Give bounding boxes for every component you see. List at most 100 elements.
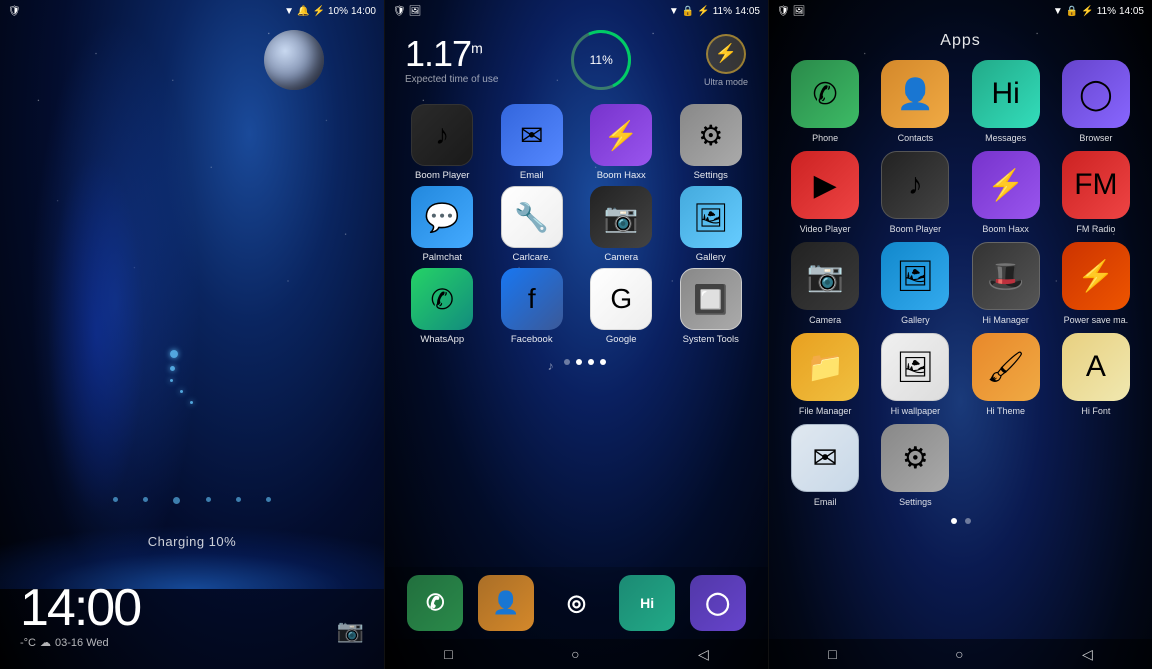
time-value: 14:00 — [20, 579, 140, 637]
drawer-icon: A — [1062, 333, 1130, 401]
drawer-app-label: Email — [814, 497, 837, 507]
page-dot-1[interactable] — [564, 359, 570, 365]
app-item-camera[interactable]: 📷Camera — [579, 186, 664, 263]
app-item-carlcare.[interactable]: 🔧Carlcare. — [490, 186, 575, 263]
drawer-item-hi-theme[interactable]: 🖌 Hi Theme — [965, 333, 1047, 416]
app-dock: ✆ 👤◎ Hi ◯ — [385, 567, 768, 639]
drawer-icon: Hi — [972, 60, 1040, 128]
app-item-email[interactable]: ✉Email — [490, 104, 575, 181]
drawer-dot-1[interactable] — [951, 518, 957, 524]
home-screen-panel: 🛡 🖼 ▼ 🔒 ⚡ 11% 14:05 1.17m Expected time … — [384, 0, 768, 669]
nav-square-btn[interactable]: □ — [444, 646, 452, 662]
ultra-mode-widget[interactable]: ⚡ Ultra mode — [704, 34, 748, 87]
drawer-item-hi-font[interactable]: AHi Font — [1055, 333, 1137, 416]
page-dot-2[interactable] — [576, 359, 582, 365]
app-icon: ✆ — [411, 268, 473, 330]
app-item-boom-haxx[interactable]: ⚡Boom Haxx — [579, 104, 664, 181]
drawer-icon: ⚡ — [972, 151, 1040, 219]
dock-item-hi[interactable]: Hi — [619, 575, 675, 631]
signal-icon: ▼ — [284, 6, 294, 17]
time-p3: 14:05 — [1119, 6, 1144, 17]
app-icon: f — [501, 268, 563, 330]
drawer-item-boom-player[interactable]: ♪Boom Player — [874, 151, 956, 234]
app-icon: ⚡ — [590, 104, 652, 166]
drawer-icon: ♪ — [881, 151, 949, 219]
app-icon: 📷 — [590, 186, 652, 248]
app-icon: 🖼 — [680, 186, 742, 248]
battery-charging-icon: ⚡ — [313, 6, 325, 17]
nav-back-btn-p3[interactable]: ◁ — [1082, 646, 1093, 663]
app-icon: 🔲 — [680, 268, 742, 330]
drawer-app-label: Gallery — [901, 315, 930, 325]
nav-circle-btn[interactable]: ○ — [571, 646, 579, 662]
weather-icon: ☁ — [40, 636, 51, 649]
drawer-icon: 🖌 — [972, 333, 1040, 401]
dot-r-5 — [236, 497, 241, 502]
status-right-p2: ▼ 🔒 ⚡ 11% 14:05 — [669, 6, 760, 17]
battery-circle-pct: 11% — [590, 53, 613, 67]
shield-icon-p2: 🛡 — [393, 6, 406, 17]
drawer-icon: 🎩 — [972, 242, 1040, 310]
time-p1: 14:00 — [351, 6, 376, 17]
dock-item-launcher[interactable]: ◎ — [548, 575, 604, 631]
drawer-title: Apps — [769, 22, 1152, 55]
status-right-p1: ▼ 🔔 ⚡ 10% 14:00 — [284, 6, 376, 17]
drawer-app-label: Browser — [1079, 133, 1112, 143]
drawer-dot-2[interactable] — [965, 518, 971, 524]
app-item-whatsapp[interactable]: ✆WhatsApp — [400, 268, 485, 345]
image-icon-p2: 🖼 — [409, 6, 422, 17]
drawer-item-file-manager[interactable]: 📁File Manager — [784, 333, 866, 416]
drawer-item-contacts[interactable]: 👤Contacts — [874, 60, 956, 143]
app-item-gallery[interactable]: 🖼Gallery — [669, 186, 754, 263]
drawer-item-phone[interactable]: ✆Phone — [784, 60, 866, 143]
drawer-item-gallery[interactable]: 🖼Gallery — [874, 242, 956, 325]
dot-r-2 — [143, 497, 148, 502]
battery-pct-p1: 10% — [328, 6, 348, 17]
drawer-item-power-save-ma[interactable]: ⚡Power save ma. — [1055, 242, 1137, 325]
app-item-palmchat[interactable]: 💬Palmchat — [400, 186, 485, 263]
drawer-app-label: Phone — [812, 133, 838, 143]
drawer-item-hi-wallpaper[interactable]: 🖼Hi wallpaper — [874, 333, 956, 416]
drawer-item-settings[interactable]: ⚙Settings — [874, 424, 956, 507]
app-item-google[interactable]: GGoogle — [579, 268, 664, 345]
lock-time-big: 14:00 — [20, 582, 140, 634]
drawer-item-camera[interactable]: 📷Camera — [784, 242, 866, 325]
signal-icon-p3: ▼ — [1053, 6, 1063, 17]
dock-item-contacts[interactable]: 👤 — [478, 575, 534, 631]
nav-back-btn[interactable]: ◁ — [698, 646, 709, 663]
app-icon: 💬 — [411, 186, 473, 248]
lock-time-display: 14:00 -°C ☁ 03-16 Wed — [20, 582, 140, 649]
temp-icon: -°C — [20, 637, 36, 649]
status-right-p3: ▼ 🔒 ⚡ 11% 14:05 — [1053, 6, 1144, 17]
date-value: 03-16 Wed — [55, 637, 109, 649]
page-dot-4[interactable] — [600, 359, 606, 365]
drawer-item-fm-radio[interactable]: FMFM Radio — [1055, 151, 1137, 234]
dock-item-browser[interactable]: ◯ — [690, 575, 746, 631]
app-item-boom-player[interactable]: ♪Boom Player — [400, 104, 485, 181]
nav-circle-btn-p3[interactable]: ○ — [955, 646, 963, 662]
drawer-app-label: Hi Theme — [986, 406, 1025, 416]
page-dot-3[interactable] — [588, 359, 594, 365]
notification-icon: 🔔 — [297, 6, 309, 17]
drawer-item-messages[interactable]: HiMessages — [965, 60, 1047, 143]
ultra-mode-label: Ultra mode — [704, 77, 748, 87]
drawer-item-video-player[interactable]: ▶Video Player — [784, 151, 866, 234]
dot-5 — [190, 401, 193, 404]
nav-square-btn-p3[interactable]: □ — [828, 646, 836, 662]
dot-3 — [170, 379, 173, 382]
battery-icon-p3: ⚡ — [1081, 6, 1093, 17]
camera-shortcut-icon[interactable]: 📷 — [337, 618, 364, 644]
battery-pct-p3: 11% — [1097, 6, 1116, 17]
battery-pct-p2: 11% — [713, 6, 732, 17]
dock-item-phone[interactable]: ✆ — [407, 575, 463, 631]
app-item-facebook[interactable]: fFacebook — [490, 268, 575, 345]
widget-time-value: 1.17 — [405, 33, 471, 74]
drawer-item-browser[interactable]: ◯Browser — [1055, 60, 1137, 143]
drawer-icon: ⚡ — [1062, 242, 1130, 310]
app-item-settings[interactable]: ⚙Settings — [669, 104, 754, 181]
drawer-item-hi-manager[interactable]: 🎩Hi Manager — [965, 242, 1047, 325]
drawer-item-boom-haxx[interactable]: ⚡Boom Haxx — [965, 151, 1047, 234]
app-label: Boom Player — [415, 170, 469, 181]
app-item-system-tools[interactable]: 🔲System Tools — [669, 268, 754, 345]
drawer-item-email[interactable]: ✉Email — [784, 424, 866, 507]
